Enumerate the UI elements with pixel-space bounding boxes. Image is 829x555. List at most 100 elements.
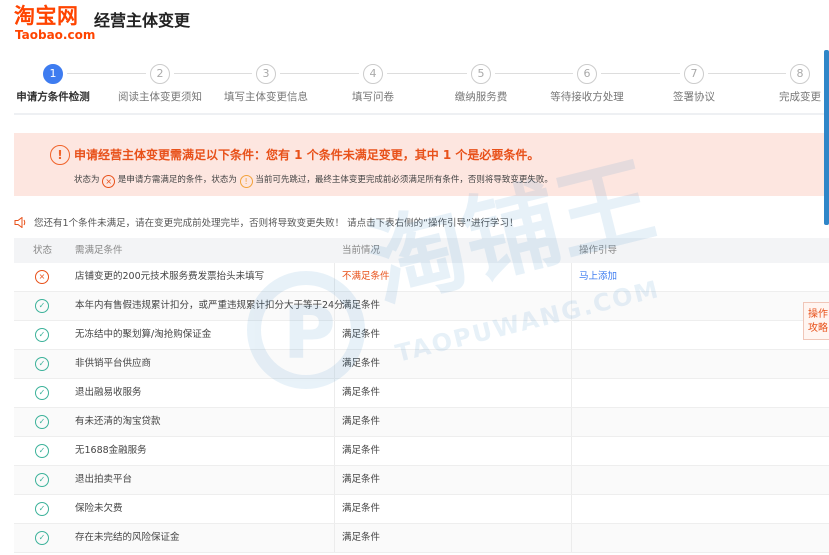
requirement-text: 无1688金融服务: [75, 445, 147, 456]
add-now-link[interactable]: 马上添加: [579, 263, 617, 291]
table-row: ✓ 存在未完结的风险保证金 满足条件: [14, 524, 829, 553]
column-divider: [571, 495, 572, 523]
side-guide-widget[interactable]: 操作 攻略: [803, 302, 829, 340]
table-row: ✓ 有未还清的淘宝贷款 满足条件: [14, 408, 829, 437]
alert-legend: 状态为 × 是申请方需满足的条件，状态为 ! 当前可先跳过，最终主体变更完成前必…: [74, 173, 553, 188]
step-3: 3 填写主体变更信息: [211, 62, 321, 103]
step-label: 阅读主体变更须知: [118, 91, 202, 103]
column-divider: [571, 408, 572, 436]
header-requirement: 需满足条件: [75, 245, 123, 256]
current-state: 满足条件: [342, 445, 381, 456]
logo-text: 淘宝网: [14, 4, 79, 28]
warning-icon: !: [50, 145, 70, 165]
current-state: 满足条件: [342, 532, 381, 543]
column-divider: [571, 350, 572, 378]
column-divider: [571, 321, 572, 349]
check-circle-icon: ✓: [35, 328, 49, 342]
current-state: 满足条件: [342, 416, 381, 427]
requirement-text: 无冻结中的聚划算/淘抢购保证金: [75, 329, 212, 340]
requirement-text: 本年内有售假违规累计扣分，或严重违规累计扣分大于等于24分: [75, 300, 344, 311]
column-divider: [334, 408, 335, 436]
column-divider: [334, 495, 335, 523]
table-row: ✓ 本年内有售假违规累计扣分，或严重违规累计扣分大于等于24分 满足条件: [14, 292, 829, 321]
step-label: 缴纳服务费: [454, 91, 508, 103]
progress-stepper: 1 申请方条件检测 2 阅读主体变更须知 3 填写主体变更信息 4 填写问卷 5 缴纳服务费 6 等待…: [0, 62, 829, 108]
table-row: × 店铺变更的200元技术服务费发票抬头未填写 不满足条件 马上添加: [14, 263, 829, 292]
requirement-text: 有未还清的淘宝贷款: [75, 416, 161, 427]
stepper-divider: [14, 113, 829, 115]
step-number: 8: [790, 64, 810, 84]
step-number: 7: [684, 64, 704, 84]
table-row: ✓ 退出拍卖平台 满足条件: [14, 466, 829, 495]
condition-alert: ! 申请经营主体变更需满足以下条件：您有 1 个条件未满足变更，其中 1 个是必…: [14, 133, 829, 196]
current-state: 满足条件: [342, 387, 381, 398]
column-divider: [334, 466, 335, 494]
side-widget-line2: 攻略: [808, 323, 828, 334]
step-label: 等待接收方处理: [550, 91, 624, 103]
logo-subtext: Taobao.com: [15, 28, 96, 42]
requirement-text: 存在未完结的风险保证金: [75, 532, 180, 543]
check-circle-icon: ✓: [35, 473, 49, 487]
side-widget-line1: 操作: [808, 309, 828, 320]
step-label: 填写主体变更信息: [224, 91, 308, 103]
step-number: 3: [256, 64, 276, 84]
requirement-text: 保险未欠费: [75, 503, 123, 514]
step-1: 1 申请方条件检测: [0, 62, 108, 103]
requirement-text: 非供销平台供应商: [75, 358, 152, 369]
legend-prefix: 状态为: [74, 175, 100, 185]
table-body: × 店铺变更的200元技术服务费发票抬头未填写 不满足条件 马上添加 ✓ 本年内有售假违规…: [14, 263, 829, 553]
step-6: 6 等待接收方处理: [532, 62, 642, 103]
info-status-icon: !: [239, 175, 253, 188]
current-state: 满足条件: [342, 300, 381, 311]
fail-status-icon: ×: [102, 175, 116, 188]
notice-bar: 您还有1个条件未满足，请在变更完成前处理完毕，否则将导致变更失败！ 请点击下表右…: [14, 216, 518, 232]
step-8: 8 完成变更: [745, 62, 829, 103]
notice-text: 您还有1个条件未满足，请在变更完成前处理完毕，否则将导致变更失败！ 请点击下表右…: [34, 218, 519, 229]
step-label: 签署协议: [673, 91, 715, 103]
table-row: ✓ 无冻结中的聚划算/淘抢购保证金 满足条件: [14, 321, 829, 350]
table-header: 状态 需满足条件 当前情况 操作引导: [14, 238, 829, 263]
alert-title: 申请经营主体变更需满足以下条件：您有 1 个条件未满足变更，其中 1 个是必要条…: [74, 148, 540, 162]
column-divider: [571, 437, 572, 465]
step-7: 7 签署协议: [639, 62, 749, 103]
column-divider: [571, 379, 572, 407]
step-4: 4 填写问卷: [318, 62, 428, 103]
step-5: 5 缴纳服务费: [426, 62, 536, 103]
page-header: 淘宝网 Taobao.com 经营主体变更: [0, 0, 829, 50]
column-divider: [334, 263, 335, 291]
check-circle-icon: ✓: [35, 357, 49, 371]
header-guide: 操作引导: [579, 245, 618, 256]
taobao-logo[interactable]: 淘宝网 Taobao.com: [14, 4, 95, 44]
speaker-icon: [14, 217, 26, 228]
legend-required: 是申请方需满足的条件，状态为: [117, 175, 237, 185]
check-circle-icon: ✓: [35, 444, 49, 458]
check-circle-icon: ✓: [35, 415, 49, 429]
column-divider: [334, 437, 335, 465]
table-row: ✓ 非供销平台供应商 满足条件: [14, 350, 829, 379]
column-divider: [571, 524, 572, 552]
step-label: 申请方条件检测: [16, 91, 90, 103]
column-divider: [334, 379, 335, 407]
step-number: 6: [577, 64, 597, 84]
current-state: 满足条件: [342, 503, 381, 514]
table-row: ✓ 无1688金融服务 满足条件: [14, 437, 829, 466]
column-divider: [571, 263, 572, 291]
current-state: 不满足条件: [342, 271, 390, 282]
column-divider: [334, 321, 335, 349]
check-circle-icon: ✓: [35, 299, 49, 313]
step-2: 2 阅读主体变更须知: [105, 62, 215, 103]
x-circle-icon: ×: [35, 270, 49, 284]
step-number: 5: [471, 64, 491, 84]
column-divider: [334, 524, 335, 552]
requirement-text: 退出融易收服务: [75, 387, 142, 398]
step-label: 填写问卷: [352, 91, 394, 103]
column-divider: [571, 466, 572, 494]
side-scrollbar[interactable]: [824, 50, 829, 225]
table-row: ✓ 退出融易收服务 满足条件: [14, 379, 829, 408]
legend-optional: 当前可先跳过，最终主体变更完成前必须满足所有条件，否则将导致变更失败。: [255, 175, 553, 185]
step-label: 完成变更: [779, 91, 821, 103]
column-divider: [334, 350, 335, 378]
column-divider: [571, 292, 572, 320]
step-number: 1: [43, 64, 63, 84]
check-circle-icon: ✓: [35, 386, 49, 400]
